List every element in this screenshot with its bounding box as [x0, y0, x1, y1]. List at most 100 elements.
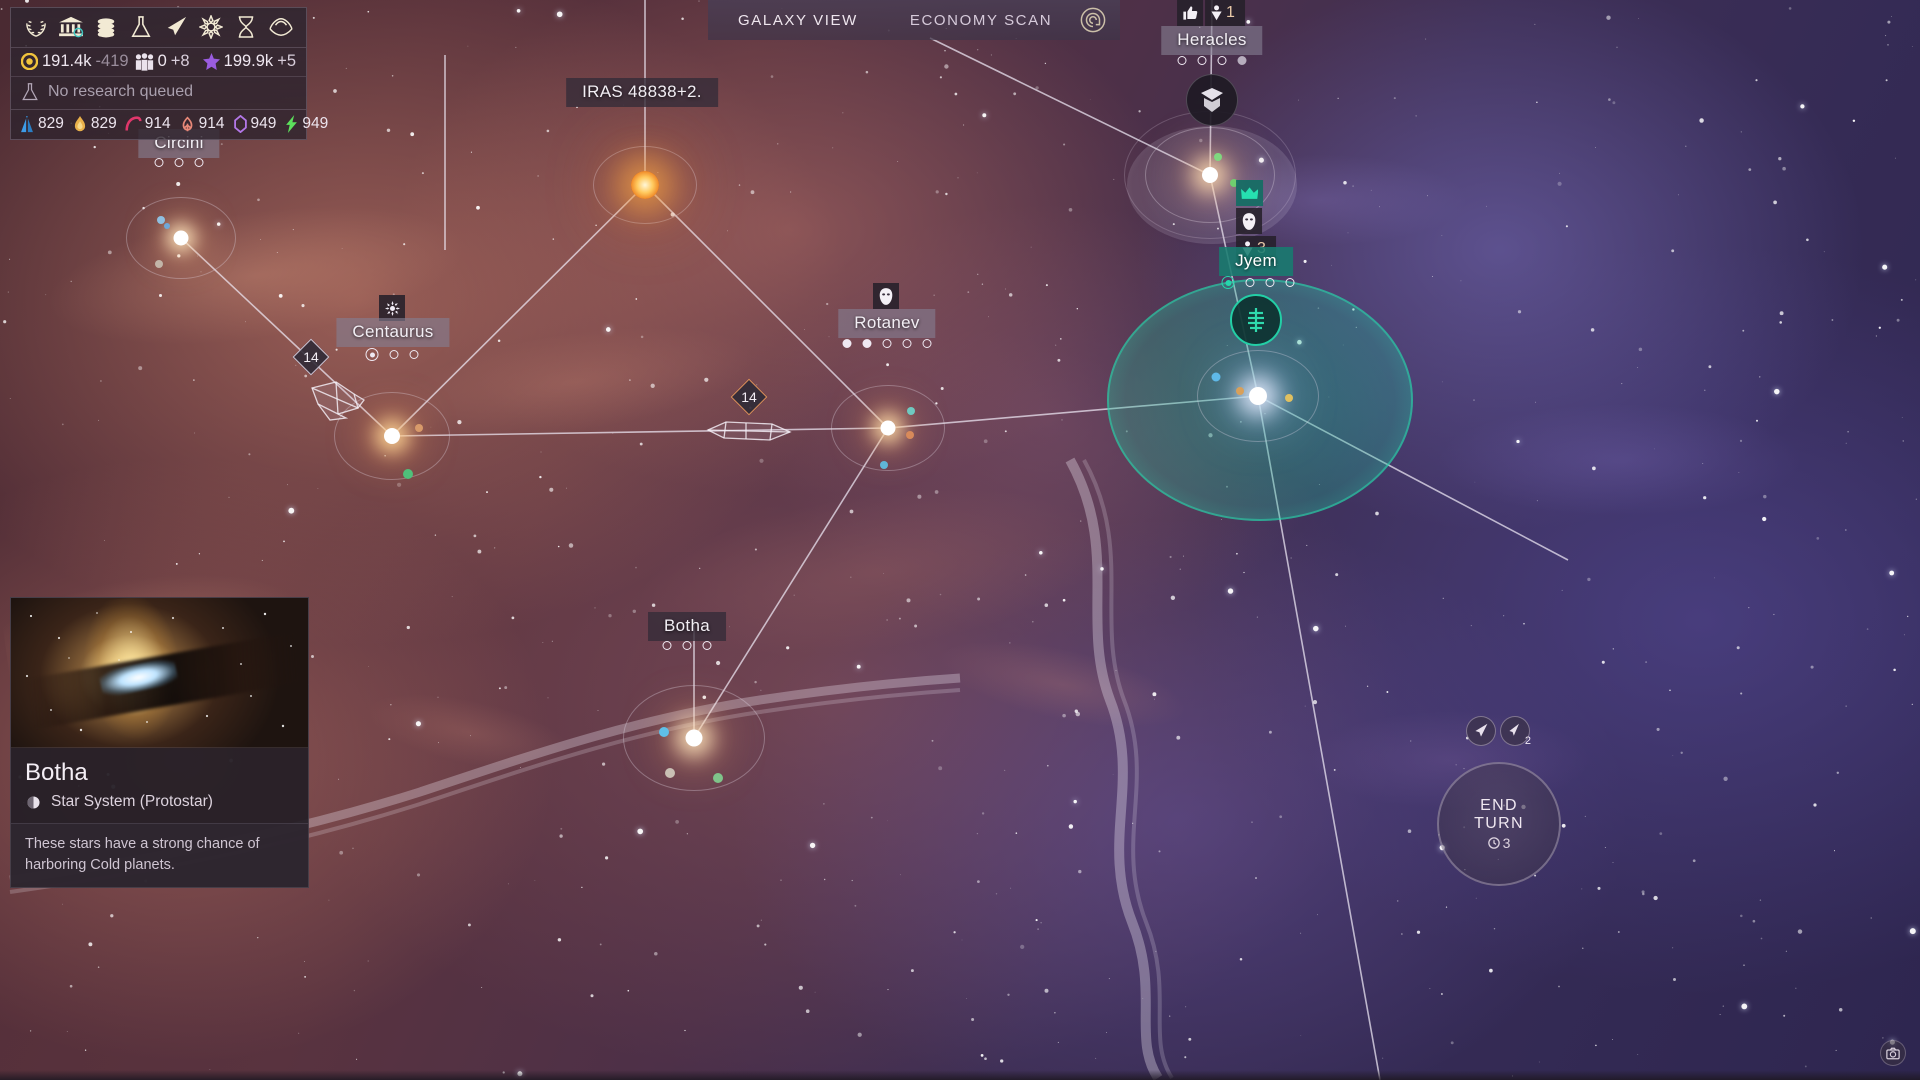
- orbit-pip: [882, 339, 892, 348]
- empire-hud-panel: 191.4k -419 0 +8 199.9k +5 No research q…: [10, 7, 328, 140]
- orbit-pip: [154, 158, 164, 167]
- end-turn-button[interactable]: END TURN 3: [1437, 762, 1561, 886]
- orbit-pip: [922, 339, 932, 348]
- coins-economy-icon[interactable]: [93, 14, 119, 40]
- faction-sigil-icon: [1201, 88, 1223, 112]
- planet-dot: [403, 469, 413, 479]
- galaxy-map-background[interactable]: [0, 0, 1920, 1080]
- antimatter-icon: [286, 115, 298, 133]
- lane-centaurus-rotanev: [391, 427, 889, 437]
- strategic-adamantian[interactable]: 914: [125, 115, 171, 133]
- research-queue-text: No research queued: [48, 83, 193, 100]
- crown-capital-icon[interactable]: [1236, 180, 1264, 206]
- preview-starfield: [25, 612, 292, 732]
- influence-group[interactable]: 199.9k +5: [202, 52, 296, 71]
- population-chip-heracles[interactable]: 1: [1205, 0, 1245, 26]
- system-label-heracles[interactable]: Heracles: [1161, 26, 1263, 55]
- orbit-pip: [702, 641, 712, 650]
- orbit-pip: [1265, 278, 1275, 287]
- senate-government-icon[interactable]: [58, 14, 84, 40]
- population-icon: [135, 52, 153, 71]
- orbit-pip: [389, 350, 399, 359]
- planet-dot: [665, 768, 675, 778]
- hero-mask-icon[interactable]: [873, 283, 899, 309]
- screenshot-button[interactable]: [1880, 1040, 1906, 1066]
- protostar-preview-image: [11, 598, 308, 748]
- quest-alert-icon: [1509, 723, 1519, 736]
- info-panel-type: Star System (Protostar): [51, 793, 213, 810]
- value: 914: [198, 115, 225, 132]
- strategic-titanium-70[interactable]: 829: [19, 115, 64, 133]
- protostar-icon: [27, 795, 40, 809]
- influence-star-icon: [202, 53, 220, 70]
- planet-dot: [157, 216, 165, 224]
- orbit-pip: [662, 641, 672, 650]
- system-label-botha[interactable]: Botha: [648, 612, 726, 641]
- strategic-orichalcix[interactable]: 914: [179, 115, 225, 133]
- orbit-pip: [682, 641, 692, 650]
- planet-dot: [155, 260, 163, 268]
- population-group[interactable]: 0 +8: [135, 52, 190, 71]
- fleet-ship-icon[interactable]: [163, 14, 189, 40]
- status-chips-rotanev: [873, 283, 899, 309]
- status-chips-heracles: 1: [1177, 0, 1245, 26]
- economy-scan-icon[interactable]: [1080, 7, 1106, 33]
- strategic-hyperium[interactable]: 829: [72, 115, 117, 133]
- system-label-iras[interactable]: IRAS 48838+2.: [566, 78, 718, 107]
- strategic-antimatter[interactable]: 949: [284, 115, 328, 133]
- camera-icon: [1886, 1047, 1900, 1059]
- dust-value: 191.4k: [42, 52, 92, 70]
- hourglass-quests-icon[interactable]: [233, 14, 259, 40]
- value: 829: [38, 115, 64, 132]
- faction-emblem-heracles[interactable]: [1186, 74, 1238, 126]
- dust-icon: [21, 53, 38, 70]
- hero-mask-icon[interactable]: [1236, 208, 1263, 234]
- gas-streamer-right: [1065, 457, 1174, 1080]
- academy-icon[interactable]: [268, 14, 294, 40]
- laurel-victory-icon[interactable]: [23, 14, 49, 40]
- fleet-strength-value: 14: [741, 389, 757, 405]
- planet-dot: [1285, 394, 1293, 402]
- orbit-pip: [1217, 56, 1227, 65]
- system-info-panel: Botha Star System (Protostar) These star…: [10, 597, 309, 889]
- orbit-pip: [1245, 278, 1255, 287]
- value: 914: [144, 115, 171, 132]
- orbit-pip: [902, 339, 912, 348]
- strategic-quadrinix[interactable]: 949: [233, 115, 277, 133]
- lane-jyem-south: [1257, 395, 1381, 1080]
- star-core: [631, 171, 659, 199]
- research-queue-row[interactable]: No research queued: [11, 77, 306, 110]
- ship-alert-icon: [1475, 723, 1488, 737]
- quadrinix-icon: [233, 115, 247, 133]
- orbit-pip: [1285, 278, 1295, 287]
- fleet-strength-value: 14: [303, 349, 319, 365]
- diplomacy-sun-icon[interactable]: [198, 14, 224, 40]
- end-turn-line2: TURN: [1474, 814, 1524, 832]
- orbit-pips-circini: [154, 158, 204, 167]
- system-label-rotanev[interactable]: Rotanev: [838, 309, 936, 338]
- value: 829: [90, 115, 117, 132]
- value: 949: [302, 115, 329, 132]
- end-turn-timer: 3: [1487, 835, 1510, 851]
- thumbs-up-approval-icon[interactable]: [1177, 0, 1204, 26]
- system-label-centaurus[interactable]: Centaurus: [336, 318, 450, 347]
- system-label-jyem[interactable]: Jyem: [1219, 247, 1293, 276]
- research-flask-icon: [22, 83, 38, 101]
- titanium-icon: [21, 115, 33, 132]
- bottom-edge-gradient: [0, 1070, 1920, 1080]
- orbit-pips-rotanev: [842, 339, 932, 348]
- planet-dot: [415, 424, 423, 432]
- value: 949: [250, 115, 277, 132]
- research-flask-icon[interactable]: [128, 14, 154, 40]
- orbit-pip: [1237, 56, 1247, 65]
- dust-group[interactable]: 191.4k -419: [21, 52, 129, 71]
- quest-alert-button[interactable]: 2: [1500, 716, 1531, 747]
- colony-emblem-jyem[interactable]: [1230, 294, 1282, 346]
- star-core: [384, 428, 400, 444]
- fleet-alert-button[interactable]: [1466, 716, 1496, 746]
- influence-value: 199.9k: [223, 52, 274, 70]
- tab-galaxy-view[interactable]: GALAXY VIEW: [712, 0, 884, 40]
- starfield: [0, 0, 1917, 1077]
- orbit-pips-botha: [662, 641, 712, 650]
- tab-economy-scan[interactable]: ECONOMY SCAN: [884, 0, 1078, 40]
